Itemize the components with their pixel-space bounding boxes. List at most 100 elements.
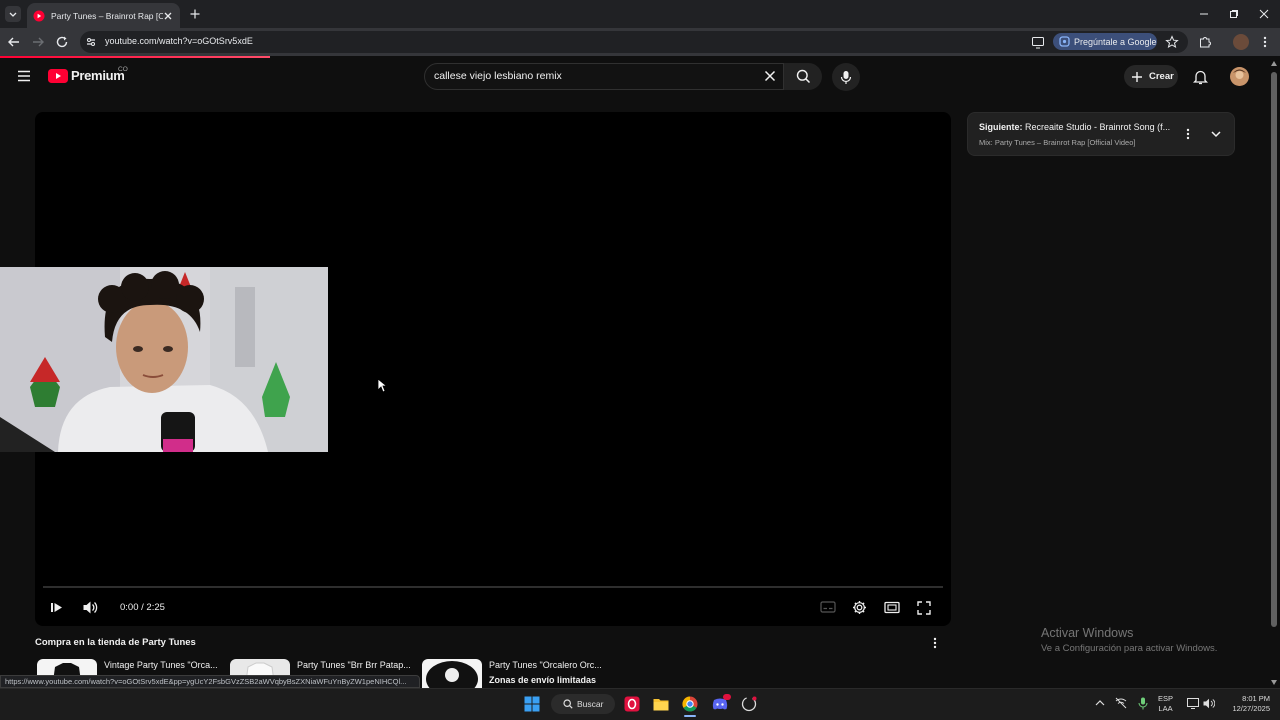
puzzle-icon [1200,37,1211,48]
mic-icon [840,70,852,84]
shop-heading: Compra en la tienda de Party Tunes [35,637,196,648]
input-language[interactable]: ESP LAA [1158,694,1173,714]
captions-button[interactable] [820,601,836,613]
taskbar-app-opera[interactable] [622,694,642,714]
scroll-down-icon[interactable] [1271,680,1277,685]
chrome-menu-button[interactable] [1260,35,1270,49]
avatar-image [1230,67,1249,86]
guide-menu-button[interactable] [17,70,31,82]
shop-item-title[interactable]: Party Tunes "Orcalero Orc... [489,660,602,670]
taskbar-search-label: Buscar [577,699,604,709]
close-tab-icon[interactable] [163,11,173,21]
plus-icon [1132,71,1142,82]
up-next-menu-button[interactable] [1184,127,1192,141]
up-next-line: Siguiente: Recreaite Studio - Brainrot S… [979,122,1170,132]
up-next-prefix: Siguiente: [979,122,1023,132]
notification-badge [723,694,731,700]
fullscreen-icon [917,601,931,615]
theater-mode-button[interactable] [884,601,900,614]
search-query-text[interactable]: callese viejo lesbiano remix [434,70,562,82]
up-next-title[interactable]: Recreaite Studio - Brainrot Song (f... [1023,122,1170,132]
more-vert-icon [1263,36,1267,48]
cast-button[interactable] [1031,35,1045,49]
taskbar-app-explorer[interactable] [651,694,671,714]
chevron-down-icon [9,12,17,17]
shop-menu-button[interactable] [931,636,939,650]
arrow-right-icon [33,37,44,47]
new-tab-button[interactable] [187,6,203,22]
chevron-down-icon [1211,131,1221,138]
play-icon [51,603,62,612]
notifications-button[interactable] [1193,69,1208,85]
windows-start-icon [524,696,540,712]
browser-tab-active[interactable]: Party Tunes – Brainrot Rap [Offi [27,3,180,28]
country-code: CO [118,66,128,73]
clear-search-button[interactable] [763,69,777,83]
microphone-tray-icon[interactable] [1138,697,1148,710]
close-icon [764,70,776,82]
search-icon [563,699,573,709]
back-button[interactable] [6,34,22,50]
keyboard-layout: LAA [1158,704,1173,713]
voice-search-button[interactable] [832,63,860,91]
profile-avatar[interactable] [1233,34,1249,50]
search-icon [796,69,810,84]
video-progress-bar[interactable] [43,586,943,588]
volume-icon [83,601,98,614]
expand-playlist-button[interactable] [1210,128,1222,140]
up-next-subtitle: Mix: Party Tunes – Brainrot Rap [Officia… [979,138,1136,147]
tab-title: Party Tunes – Brainrot Rap [Offi [51,10,163,21]
shop-item-title[interactable]: Party Tunes "Brr Brr Patap... [297,660,411,670]
youtube-premium-logo[interactable]: Premium [48,68,125,83]
menu-icon [18,70,30,82]
shop-item-title[interactable]: Vintage Party Tunes "Orca... [104,660,218,670]
play-button[interactable] [50,601,63,614]
show-hidden-icons-icon[interactable] [1095,699,1105,707]
gear-icon [853,601,866,614]
active-app-indicator [684,715,696,717]
taskbar-app-obs[interactable] [739,694,759,714]
video-time: 0:00 / 2:25 [120,602,165,613]
forward-button[interactable] [30,34,46,50]
account-avatar[interactable] [1230,67,1249,86]
start-button[interactable] [522,694,542,714]
taskbar-search[interactable]: Buscar [551,694,615,714]
plus-icon [190,9,200,19]
site-info-icon[interactable] [85,36,97,48]
taskbar-clock[interactable]: 8:01 PM 12/27/2025 [1224,694,1270,714]
create-button[interactable]: Crear [1124,65,1178,88]
url-text[interactable]: youtube.com/watch?v=oGOtSrv5xdE [105,36,253,46]
shop-item-thumbnail[interactable] [422,659,482,689]
settings-button[interactable] [852,600,867,615]
bookmark-button[interactable] [1165,35,1179,49]
fullscreen-button[interactable] [917,601,931,615]
webcam-image [0,267,328,452]
speaker-icon[interactable] [1203,698,1215,709]
reload-button[interactable] [54,34,70,50]
close-icon [1259,9,1269,19]
restore-button[interactable] [1218,0,1250,28]
volume-button[interactable] [82,600,98,615]
close-window-button[interactable] [1248,0,1280,28]
scrollbar-thumb[interactable] [1271,72,1277,627]
taskbar-app-chrome[interactable] [680,694,700,714]
arrow-left-icon [8,37,19,47]
tab-search-button[interactable] [5,6,21,22]
restore-icon [1230,10,1238,18]
logo-text: Premium [71,68,125,83]
browser-tab-strip: Party Tunes – Brainrot Rap [Offi [0,0,1280,28]
up-next-panel[interactable]: Siguiente: Recreaite Studio - Brainrot S… [967,112,1235,156]
network-disabled-icon[interactable] [1115,697,1127,709]
extensions-button[interactable] [1198,35,1212,49]
scroll-up-icon[interactable] [1271,61,1277,66]
youtube-favicon-icon [33,10,45,21]
shop-item-shipping: Zonas de envío limitadas [489,675,597,685]
search-button[interactable] [784,63,822,90]
reload-icon [56,36,68,48]
ask-google-button[interactable]: Pregúntale a Google [1053,33,1157,50]
display-icon[interactable] [1187,698,1199,709]
install-app-icon [1032,37,1044,49]
clock-time: 8:01 PM [1242,694,1270,703]
minimize-button[interactable] [1188,0,1220,28]
google-lens-icon [1059,36,1070,47]
